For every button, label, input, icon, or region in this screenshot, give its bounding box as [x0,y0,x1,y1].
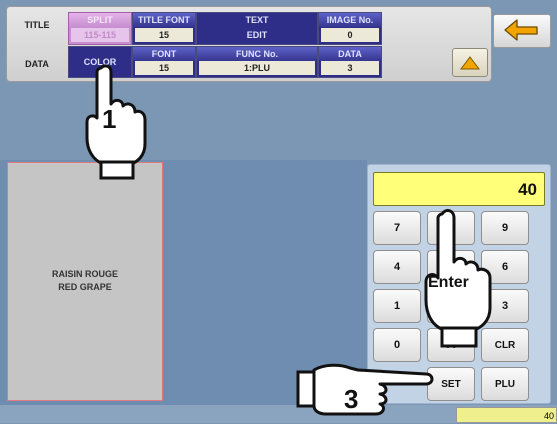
step-1-callout: 1 [102,104,117,134]
key-7[interactable]: 7 [373,211,421,245]
key-1[interactable]: 1 [373,289,421,323]
func-no-header: FUNC No. [197,47,317,61]
pointing-hand-icon [296,360,434,420]
data-cell[interactable]: DATA 3 [318,46,382,78]
font-header: FONT [133,47,195,61]
preview-line-1: RAISIN ROUGE [51,269,118,279]
func-no-value: 1:PLU [199,61,315,75]
label-preview: RAISIN ROUGE RED GRAPE [7,162,163,401]
text-cell[interactable]: TEXT EDIT [196,12,318,45]
keypad-display: 40 [373,172,545,206]
title-font-value: 15 [135,28,193,42]
scroll-up-button[interactable] [452,48,488,77]
step-3-callout: 3 [344,384,359,414]
data-header: DATA [319,47,381,61]
plu-key[interactable]: PLU [481,367,529,401]
title-font-cell[interactable]: TITLE FONT 15 [132,12,196,45]
key-4[interactable]: 4 [373,250,421,284]
image-no-header: IMAGE No. [319,13,381,27]
image-no-cell[interactable]: IMAGE No. 0 [318,12,382,45]
set-key[interactable]: SET [427,367,475,401]
data-row-label: DATA [25,59,49,69]
back-button[interactable] [493,14,551,48]
text-value: EDIT [246,30,268,40]
preview-line-2: RED GRAPE [58,282,112,292]
text-header: TEXT [245,15,269,25]
title-row-label: TITLE [24,20,50,30]
split-cell[interactable]: SPLIT 115-115 [68,12,132,45]
status-value: 40 [456,407,557,423]
return-arrow-icon [504,19,538,41]
image-no-value: 0 [321,28,379,42]
split-value: 115-115 [71,28,129,42]
key-0[interactable]: 0 [373,328,421,362]
split-header: SPLIT [69,13,131,27]
enter-callout: Enter [428,274,469,291]
data-value: 3 [321,61,379,75]
title-font-header: TITLE FONT [133,13,195,27]
up-triangle-icon [460,55,480,69]
func-no-cell[interactable]: FUNC No. 1:PLU [196,46,318,78]
